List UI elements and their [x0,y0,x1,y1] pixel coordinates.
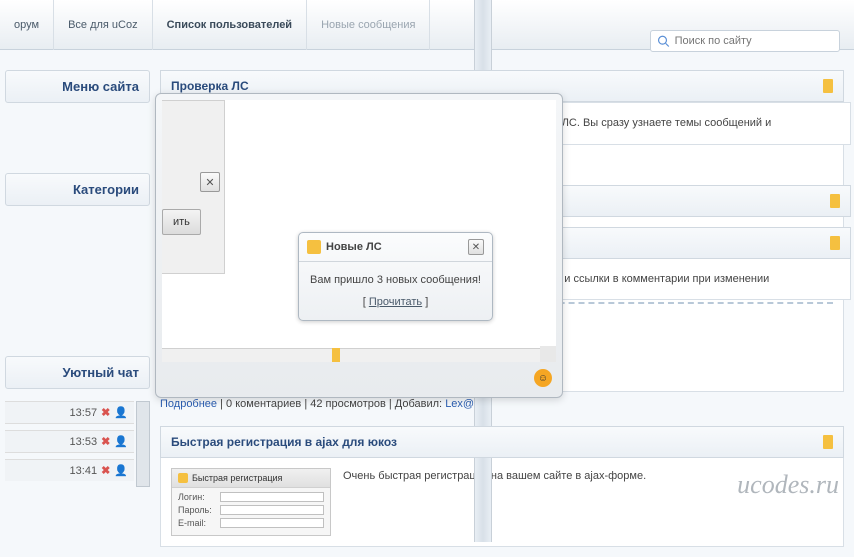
comments-count: 0 коментариев [226,398,301,410]
popup-content: ✕ ить [162,100,556,362]
sidebar-menu-title: Меню сайта [5,70,150,103]
preview-button: ить [162,209,201,235]
close-icon: ✕ [200,172,220,192]
views-count: 42 просмотров [310,398,386,410]
delete-icon[interactable]: ✖ [101,464,110,477]
pass-field [220,505,324,515]
read-more-link[interactable]: Подробнее [160,398,217,410]
collapse-icon[interactable] [830,236,840,250]
new-messages-dialog: Новые ЛС ✕ Вам пришло 3 новых сообщения!… [298,232,493,321]
close-button[interactable]: ✕ [468,239,484,255]
collapse-icon[interactable] [830,194,840,208]
scrollbar[interactable] [136,401,150,487]
nav-item-forum[interactable]: орум [0,0,54,50]
scroll-thumb[interactable] [332,348,340,362]
post-title-bar: Быстрая регистрация в ajax для юкоз [160,426,844,458]
watermark: ucodes.ru [737,470,839,500]
bracket-close: ] [422,296,428,308]
nav-item-newmsg[interactable]: Новые сообщения [307,0,430,50]
login-field [220,492,324,502]
search-icon [657,34,670,48]
author-link[interactable]: Lex@ [445,398,474,410]
sidebar-chat-title: Уютный чат [5,356,150,389]
sidebar: Меню сайта Категории Уютный чат 13:57 ✖ … [0,70,150,557]
registration-form-preview: Быстрая регистрация Логин: Пароль: E-mai… [171,468,331,536]
preview-fragment: ✕ ить [162,100,225,274]
email-field [220,518,324,528]
nav-item-ucoz[interactable]: Все для uCoz [54,0,153,50]
form-title: Быстрая регистрация [192,473,282,483]
collapse-icon[interactable] [823,435,833,449]
post-title: Быстрая регистрация в ajax для юкоз [171,435,397,449]
read-link[interactable]: Прочитать [369,296,422,308]
post-description: Очень быстрая регистрация на вашем сайте… [343,468,646,485]
form-icon [178,473,188,483]
delete-icon[interactable]: ✖ [101,435,110,448]
nav-item-users[interactable]: Список пользователей [153,0,307,50]
email-label: E-mail: [178,518,216,528]
resize-handle[interactable] [540,346,556,362]
chat-time: 13:57 [70,407,98,419]
nav-menu: орум Все для uCoz Список пользователей Н… [0,0,430,50]
sidebar-categories-title: Категории [5,173,150,206]
added-label: Добавил: [395,398,442,410]
chat-time: 13:53 [70,436,98,448]
chat-message[interactable]: 13:57 ✖ 👤 [5,401,134,424]
mail-icon [307,240,321,254]
post-title: Проверка ЛС [171,79,249,93]
search-input[interactable] [675,35,833,47]
user-icon: 👤 [114,435,128,448]
dialog-body: Вам пришло 3 новых сообщения! [ Прочитат… [299,262,492,320]
scrollbar-horizontal[interactable] [162,348,540,362]
chat-message[interactable]: 13:41 ✖ 👤 [5,459,134,481]
pass-label: Пароль: [178,505,216,515]
search-box[interactable] [650,30,840,52]
emoji-icon[interactable]: ☺ [534,369,552,387]
top-navigation: орум Все для uCoz Список пользователей Н… [0,0,854,50]
user-icon: 👤 [114,464,128,477]
user-icon: 👤 [114,406,128,419]
chat-message[interactable]: 13:53 ✖ 👤 [5,430,134,453]
login-label: Логин: [178,492,216,502]
dialog-title: Новые ЛС [326,241,468,253]
dialog-header: Новые ЛС ✕ [299,233,492,262]
chat-time: 13:41 [70,465,98,477]
delete-icon[interactable]: ✖ [101,406,110,419]
dialog-message: Вам пришло 3 новых сообщения! [309,274,482,286]
